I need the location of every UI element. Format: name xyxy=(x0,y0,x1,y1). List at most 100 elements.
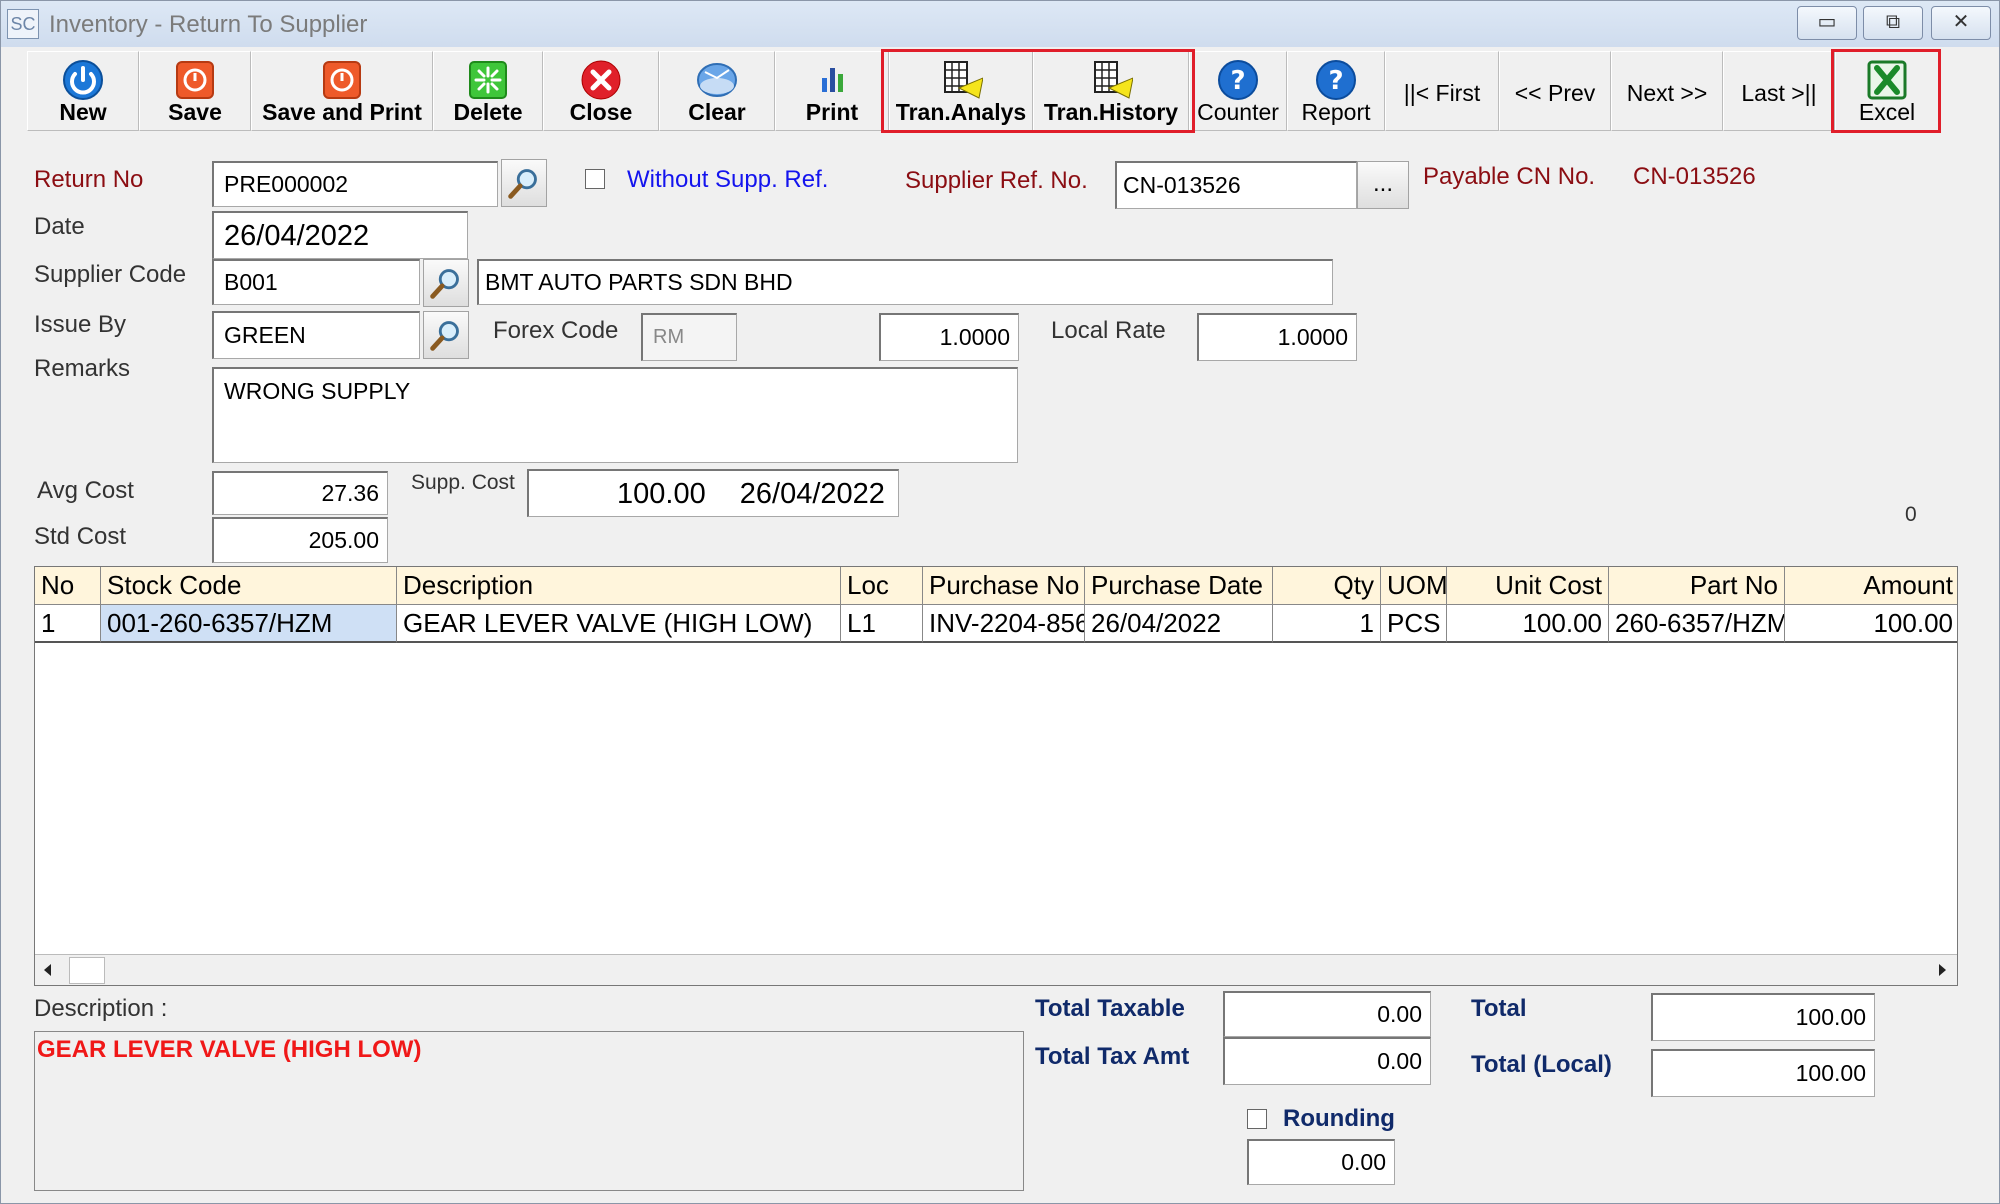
supplier-name-field[interactable]: BMT AUTO PARTS SDN BHD xyxy=(477,259,1333,305)
cell-part-no[interactable]: 260-6357/HZM xyxy=(1609,605,1785,643)
remarks-field[interactable]: WRONG SUPPLY xyxy=(212,367,1018,463)
return-no-label: Return No xyxy=(34,166,144,193)
total-field[interactable]: 100.00 xyxy=(1651,993,1875,1041)
supplier-ref-field[interactable]: CN-013526 xyxy=(1115,161,1357,209)
total-tax-amt-field[interactable]: 0.00 xyxy=(1223,1037,1431,1085)
col-header-qty[interactable]: Qty xyxy=(1273,567,1381,605)
forex-code-field[interactable]: RM xyxy=(641,313,737,361)
col-header-stock-code[interactable]: Stock Code xyxy=(101,567,397,605)
counter-label: Counter xyxy=(1197,99,1279,125)
rounding-field[interactable]: 0.00 xyxy=(1247,1139,1395,1185)
cell-loc[interactable]: L1 xyxy=(841,605,923,643)
cell-qty[interactable]: 1 xyxy=(1273,605,1381,643)
forex-rate-field[interactable]: 1.0000 xyxy=(879,313,1019,361)
date-field[interactable]: 26/04/2022 xyxy=(212,211,468,259)
return-no-lookup-button[interactable] xyxy=(501,159,547,207)
supplier-ref-browse-button[interactable]: ... xyxy=(1357,161,1409,209)
cell-amount[interactable]: 100.00 xyxy=(1785,605,1957,643)
scroll-left-icon[interactable] xyxy=(39,961,57,979)
report-label: Report xyxy=(1301,99,1371,125)
rounding-label: Rounding xyxy=(1283,1105,1395,1132)
payable-cn-value: CN-013526 xyxy=(1633,163,1756,190)
maximize-button[interactable]: ⧉ xyxy=(1863,6,1923,40)
help-icon: ? xyxy=(1316,60,1356,100)
power-icon xyxy=(63,60,103,100)
last-button[interactable]: Last >|| xyxy=(1723,51,1835,131)
col-header-no[interactable]: No xyxy=(35,567,101,605)
issue-by-lookup-button[interactable] xyxy=(423,311,469,359)
supp-cost-field[interactable]: 100.00 26/04/2022 xyxy=(527,469,899,517)
avg-cost-field[interactable]: 27.36 xyxy=(212,471,388,515)
total-local-label: Total (Local) xyxy=(1471,1051,1612,1078)
col-header-amount[interactable]: Amount xyxy=(1785,567,1957,605)
cell-unit-cost[interactable]: 100.00 xyxy=(1447,605,1609,643)
magnifier-icon xyxy=(508,169,537,199)
save-icon xyxy=(323,61,361,99)
magnifier-icon xyxy=(430,321,459,351)
local-rate-field[interactable]: 1.0000 xyxy=(1197,313,1357,361)
return-no-field[interactable]: PRE000002 xyxy=(212,161,498,207)
cell-stock-code[interactable]: 001-260-6357/HZM xyxy=(101,605,397,643)
col-header-purchase-date[interactable]: Purchase Date xyxy=(1085,567,1273,605)
minimize-button[interactable]: ▭ xyxy=(1797,6,1857,40)
horizontal-scrollbar[interactable] xyxy=(35,954,1957,985)
prev-button[interactable]: << Prev xyxy=(1499,51,1611,131)
next-button[interactable]: Next >> xyxy=(1611,51,1723,131)
date-label: Date xyxy=(34,213,85,240)
supplier-code-lookup-button[interactable] xyxy=(423,259,469,307)
app-icon: SC xyxy=(7,9,39,39)
highlight-excel-button xyxy=(1831,49,1941,133)
issue-by-field[interactable]: GREEN xyxy=(212,311,420,359)
report-button[interactable]: ? Report xyxy=(1287,51,1385,131)
payable-cn-label: Payable CN No. xyxy=(1423,163,1596,190)
scroll-right-icon[interactable] xyxy=(1933,961,1951,979)
window-title: Inventory - Return To Supplier xyxy=(49,11,368,38)
svg-text:?: ? xyxy=(1230,66,1245,96)
first-label: ||< First xyxy=(1403,80,1481,106)
print-button[interactable]: Print xyxy=(775,51,889,131)
cell-no[interactable]: 1 xyxy=(35,605,101,643)
total-taxable-label: Total Taxable xyxy=(1035,995,1185,1022)
scrollbar-thumb[interactable] xyxy=(69,957,105,984)
first-button[interactable]: ||< First xyxy=(1385,51,1499,131)
col-header-part-no[interactable]: Part No xyxy=(1609,567,1785,605)
save-button[interactable]: Save xyxy=(139,51,251,131)
save-and-print-button[interactable]: Save and Print xyxy=(251,51,433,131)
save-icon xyxy=(176,61,214,99)
save-label: Save xyxy=(168,99,222,125)
clear-icon xyxy=(697,63,737,97)
cell-uom[interactable]: PCS xyxy=(1381,605,1447,643)
counter-value: 0 xyxy=(1905,503,1917,526)
app-window: SC Inventory - Return To Supplier ▭ ⧉ ✕ … xyxy=(0,0,2000,1204)
svg-text:?: ? xyxy=(1328,66,1343,96)
description-box: GEAR LEVER VALVE (HIGH LOW) xyxy=(34,1031,1024,1191)
close-window-button[interactable]: ✕ xyxy=(1931,6,1991,40)
supp-cost-value: 100.00 xyxy=(617,478,706,510)
close-button[interactable]: Close xyxy=(543,51,659,131)
clear-label: Clear xyxy=(688,99,746,125)
cell-description[interactable]: GEAR LEVER VALVE (HIGH LOW) xyxy=(397,605,841,643)
col-header-unit-cost[interactable]: Unit Cost xyxy=(1447,567,1609,605)
col-header-description[interactable]: Description xyxy=(397,567,841,605)
cell-purchase-no[interactable]: INV-2204-856 xyxy=(923,605,1085,643)
col-header-uom[interactable]: UOM xyxy=(1381,567,1447,605)
delete-button[interactable]: Delete xyxy=(433,51,543,131)
rounding-checkbox[interactable] xyxy=(1247,1109,1267,1129)
total-local-field[interactable]: 100.00 xyxy=(1651,1049,1875,1097)
counter-button[interactable]: ? Counter xyxy=(1189,51,1287,131)
supp-cost-date: 26/04/2022 xyxy=(739,478,885,510)
remarks-label: Remarks xyxy=(34,355,131,382)
col-header-purchase-no[interactable]: Purchase No xyxy=(923,567,1085,605)
cell-purchase-date[interactable]: 26/04/2022 xyxy=(1085,605,1273,643)
new-label: New xyxy=(59,99,107,125)
close-icon xyxy=(581,60,621,100)
clear-button[interactable]: Clear xyxy=(659,51,775,131)
std-cost-field[interactable]: 205.00 xyxy=(212,517,388,563)
supplier-code-field[interactable]: B001 xyxy=(212,259,420,305)
without-supp-ref-checkbox[interactable] xyxy=(585,169,605,189)
delete-icon xyxy=(469,61,507,99)
new-button[interactable]: New xyxy=(27,51,139,131)
items-grid[interactable]: No Stock Code Description Loc Purchase N… xyxy=(34,566,1958,986)
total-taxable-field[interactable]: 0.00 xyxy=(1223,991,1431,1037)
col-header-loc[interactable]: Loc xyxy=(841,567,923,605)
